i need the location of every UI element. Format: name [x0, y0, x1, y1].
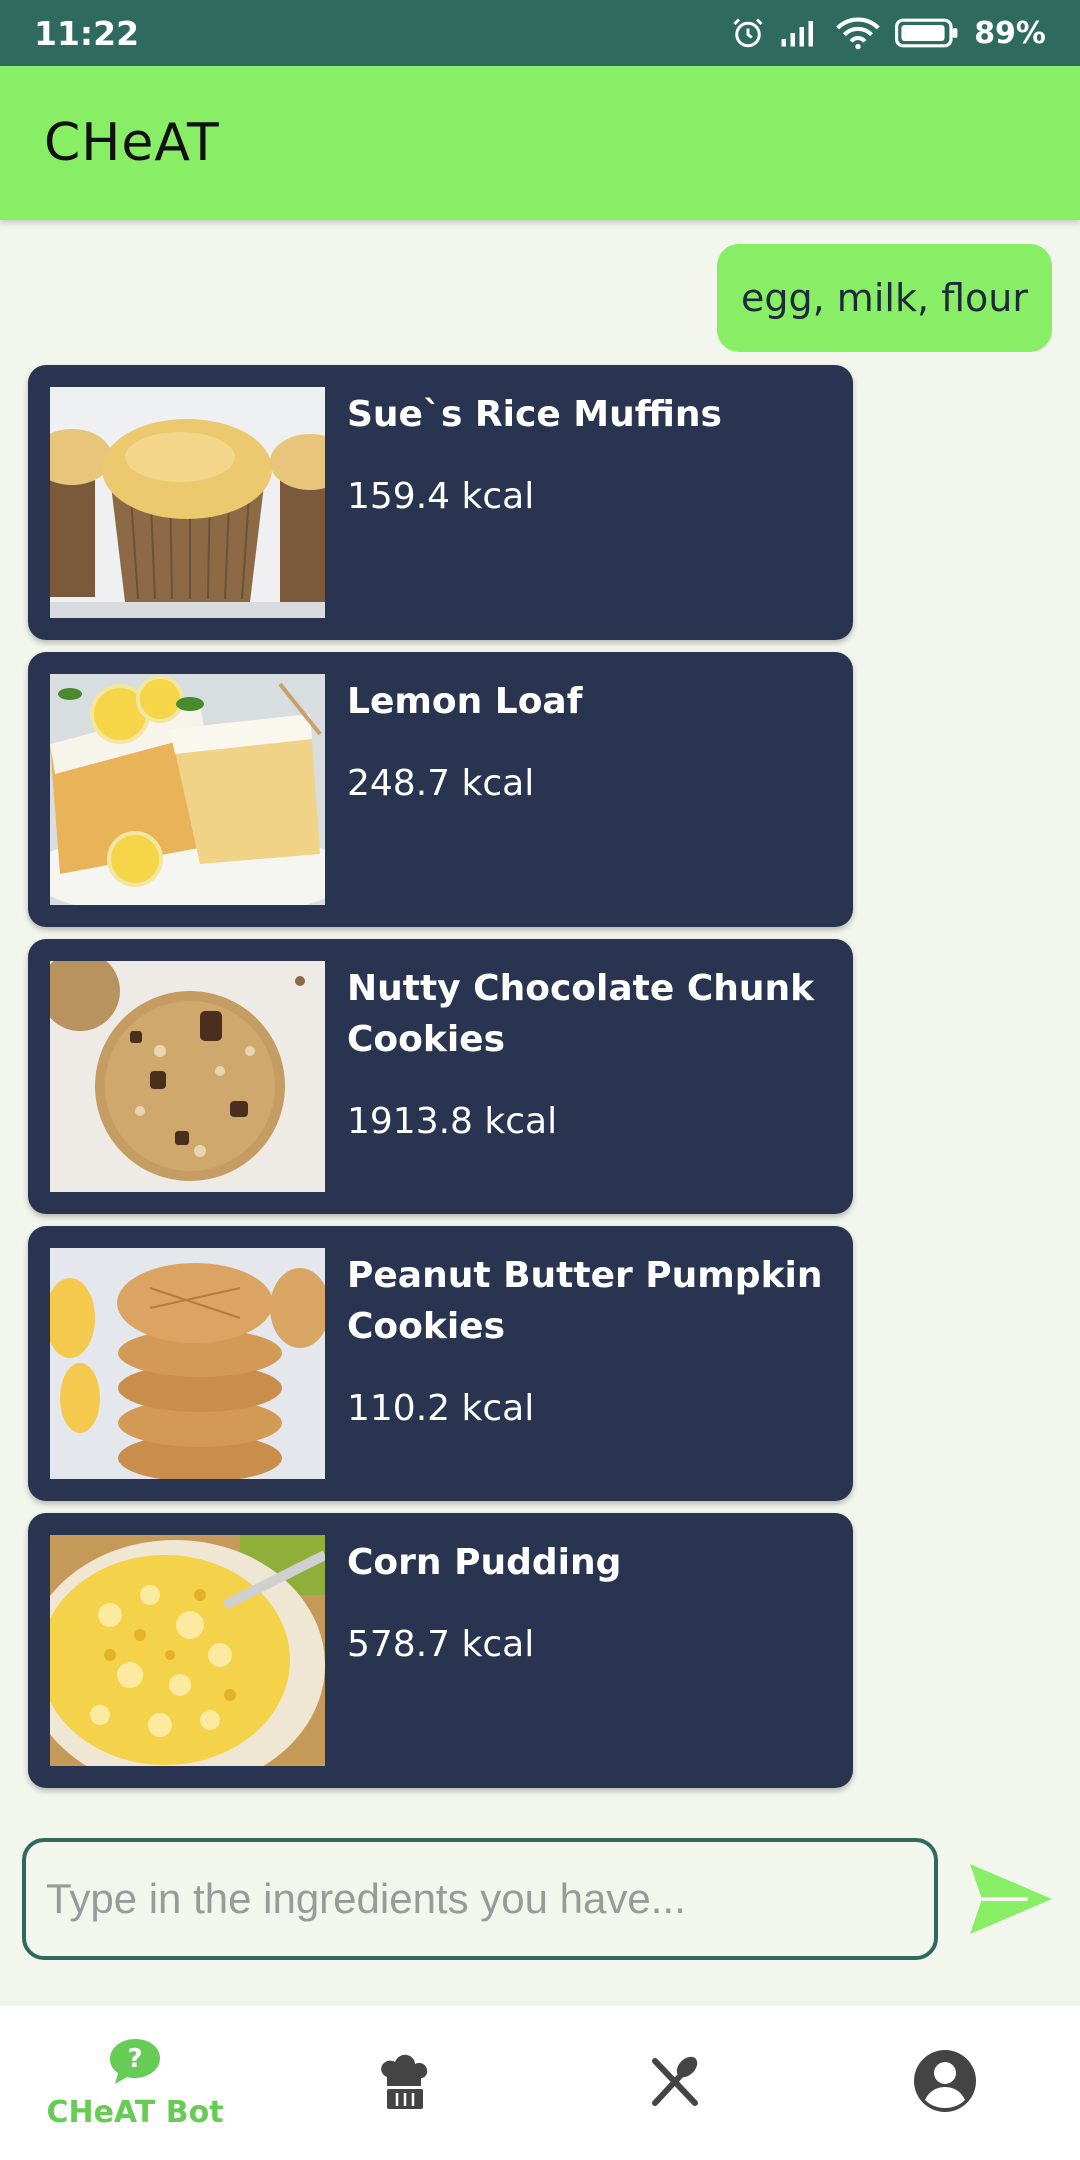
- battery-icon: [894, 17, 960, 49]
- status-icons: 89%: [730, 15, 1046, 51]
- recipe-card[interactable]: Peanut Butter Pumpkin Cookies 110.2 kcal: [28, 1226, 853, 1501]
- recipe-kcal: 159.4 kcal: [347, 476, 535, 517]
- recipe-title: Sue`s Rice Muffins: [347, 394, 722, 435]
- send-icon: [970, 1864, 1052, 1934]
- recipe-list: Sue`s Rice Muffins 159.4 kcal Lemon Loaf…: [28, 365, 853, 1800]
- utensils-icon: [647, 2053, 703, 2114]
- recipe-image-muffins: [50, 387, 325, 618]
- nav-label-cheat-bot: CHeAT Bot: [46, 2095, 224, 2130]
- recipe-kcal: 110.2 kcal: [347, 1388, 535, 1429]
- recipe-info: Corn Pudding 578.7 kcal: [325, 1535, 827, 1766]
- ingredients-input[interactable]: [26, 1842, 934, 1956]
- account-icon: [912, 2048, 978, 2119]
- recipe-kcal: 248.7 kcal: [347, 763, 535, 804]
- user-message-bubble: egg, milk, flour: [717, 244, 1052, 352]
- recipe-title: Lemon Loaf: [347, 681, 583, 722]
- ingredients-input-container: [22, 1838, 938, 1960]
- recipe-info: Sue`s Rice Muffins 159.4 kcal: [325, 387, 827, 618]
- nav-item-cheat-bot[interactable]: ? CHeAT Bot: [0, 2006, 270, 2160]
- recipe-image-cookies: [50, 961, 325, 1192]
- app-bar: CHeAT: [0, 66, 1080, 220]
- recipe-image-corn-pudding: [50, 1535, 325, 1766]
- signal-icon: [780, 17, 822, 49]
- svg-text:?: ?: [127, 2044, 142, 2074]
- recipe-card[interactable]: Lemon Loaf 248.7 kcal: [28, 652, 853, 927]
- nav-item-profile[interactable]: [810, 2006, 1080, 2160]
- battery-percent: 89%: [974, 15, 1046, 51]
- wifi-icon: [836, 16, 880, 50]
- nav-item-recipes[interactable]: [270, 2006, 540, 2160]
- recipe-card[interactable]: Nutty Chocolate Chunk Cookies 1913.8 kca…: [28, 939, 853, 1214]
- nav-item-meals[interactable]: [540, 2006, 810, 2160]
- recipe-info: Nutty Chocolate Chunk Cookies 1913.8 kca…: [325, 961, 827, 1192]
- recipe-card[interactable]: Sue`s Rice Muffins 159.4 kcal: [28, 365, 853, 640]
- recipe-card[interactable]: Corn Pudding 578.7 kcal: [28, 1513, 853, 1788]
- recipe-kcal: 1913.8 kcal: [347, 1101, 558, 1142]
- user-message-text: egg, milk, flour: [741, 276, 1028, 320]
- app-title: CHeAT: [44, 113, 220, 173]
- send-button[interactable]: [968, 1862, 1054, 1936]
- recipe-image-pb-cookies: [50, 1248, 325, 1479]
- bottom-navigation: ? CHeAT Bot: [0, 2006, 1080, 2160]
- recipe-info: Lemon Loaf 248.7 kcal: [325, 674, 827, 905]
- status-time: 11:22: [34, 13, 140, 53]
- alarm-icon: [730, 15, 766, 51]
- recipe-info: Peanut Butter Pumpkin Cookies 110.2 kcal: [325, 1248, 827, 1479]
- chat-question-icon: ?: [107, 2036, 163, 2091]
- recipe-title: Peanut Butter Pumpkin Cookies: [347, 1255, 823, 1347]
- recipe-title: Corn Pudding: [347, 1542, 622, 1583]
- recipe-image-lemon-loaf: [50, 674, 325, 905]
- recipe-title: Nutty Chocolate Chunk Cookies: [347, 968, 815, 1060]
- status-bar: 11:22 89%: [0, 0, 1080, 66]
- chef-hat-icon: [377, 2051, 433, 2116]
- recipe-kcal: 578.7 kcal: [347, 1624, 535, 1665]
